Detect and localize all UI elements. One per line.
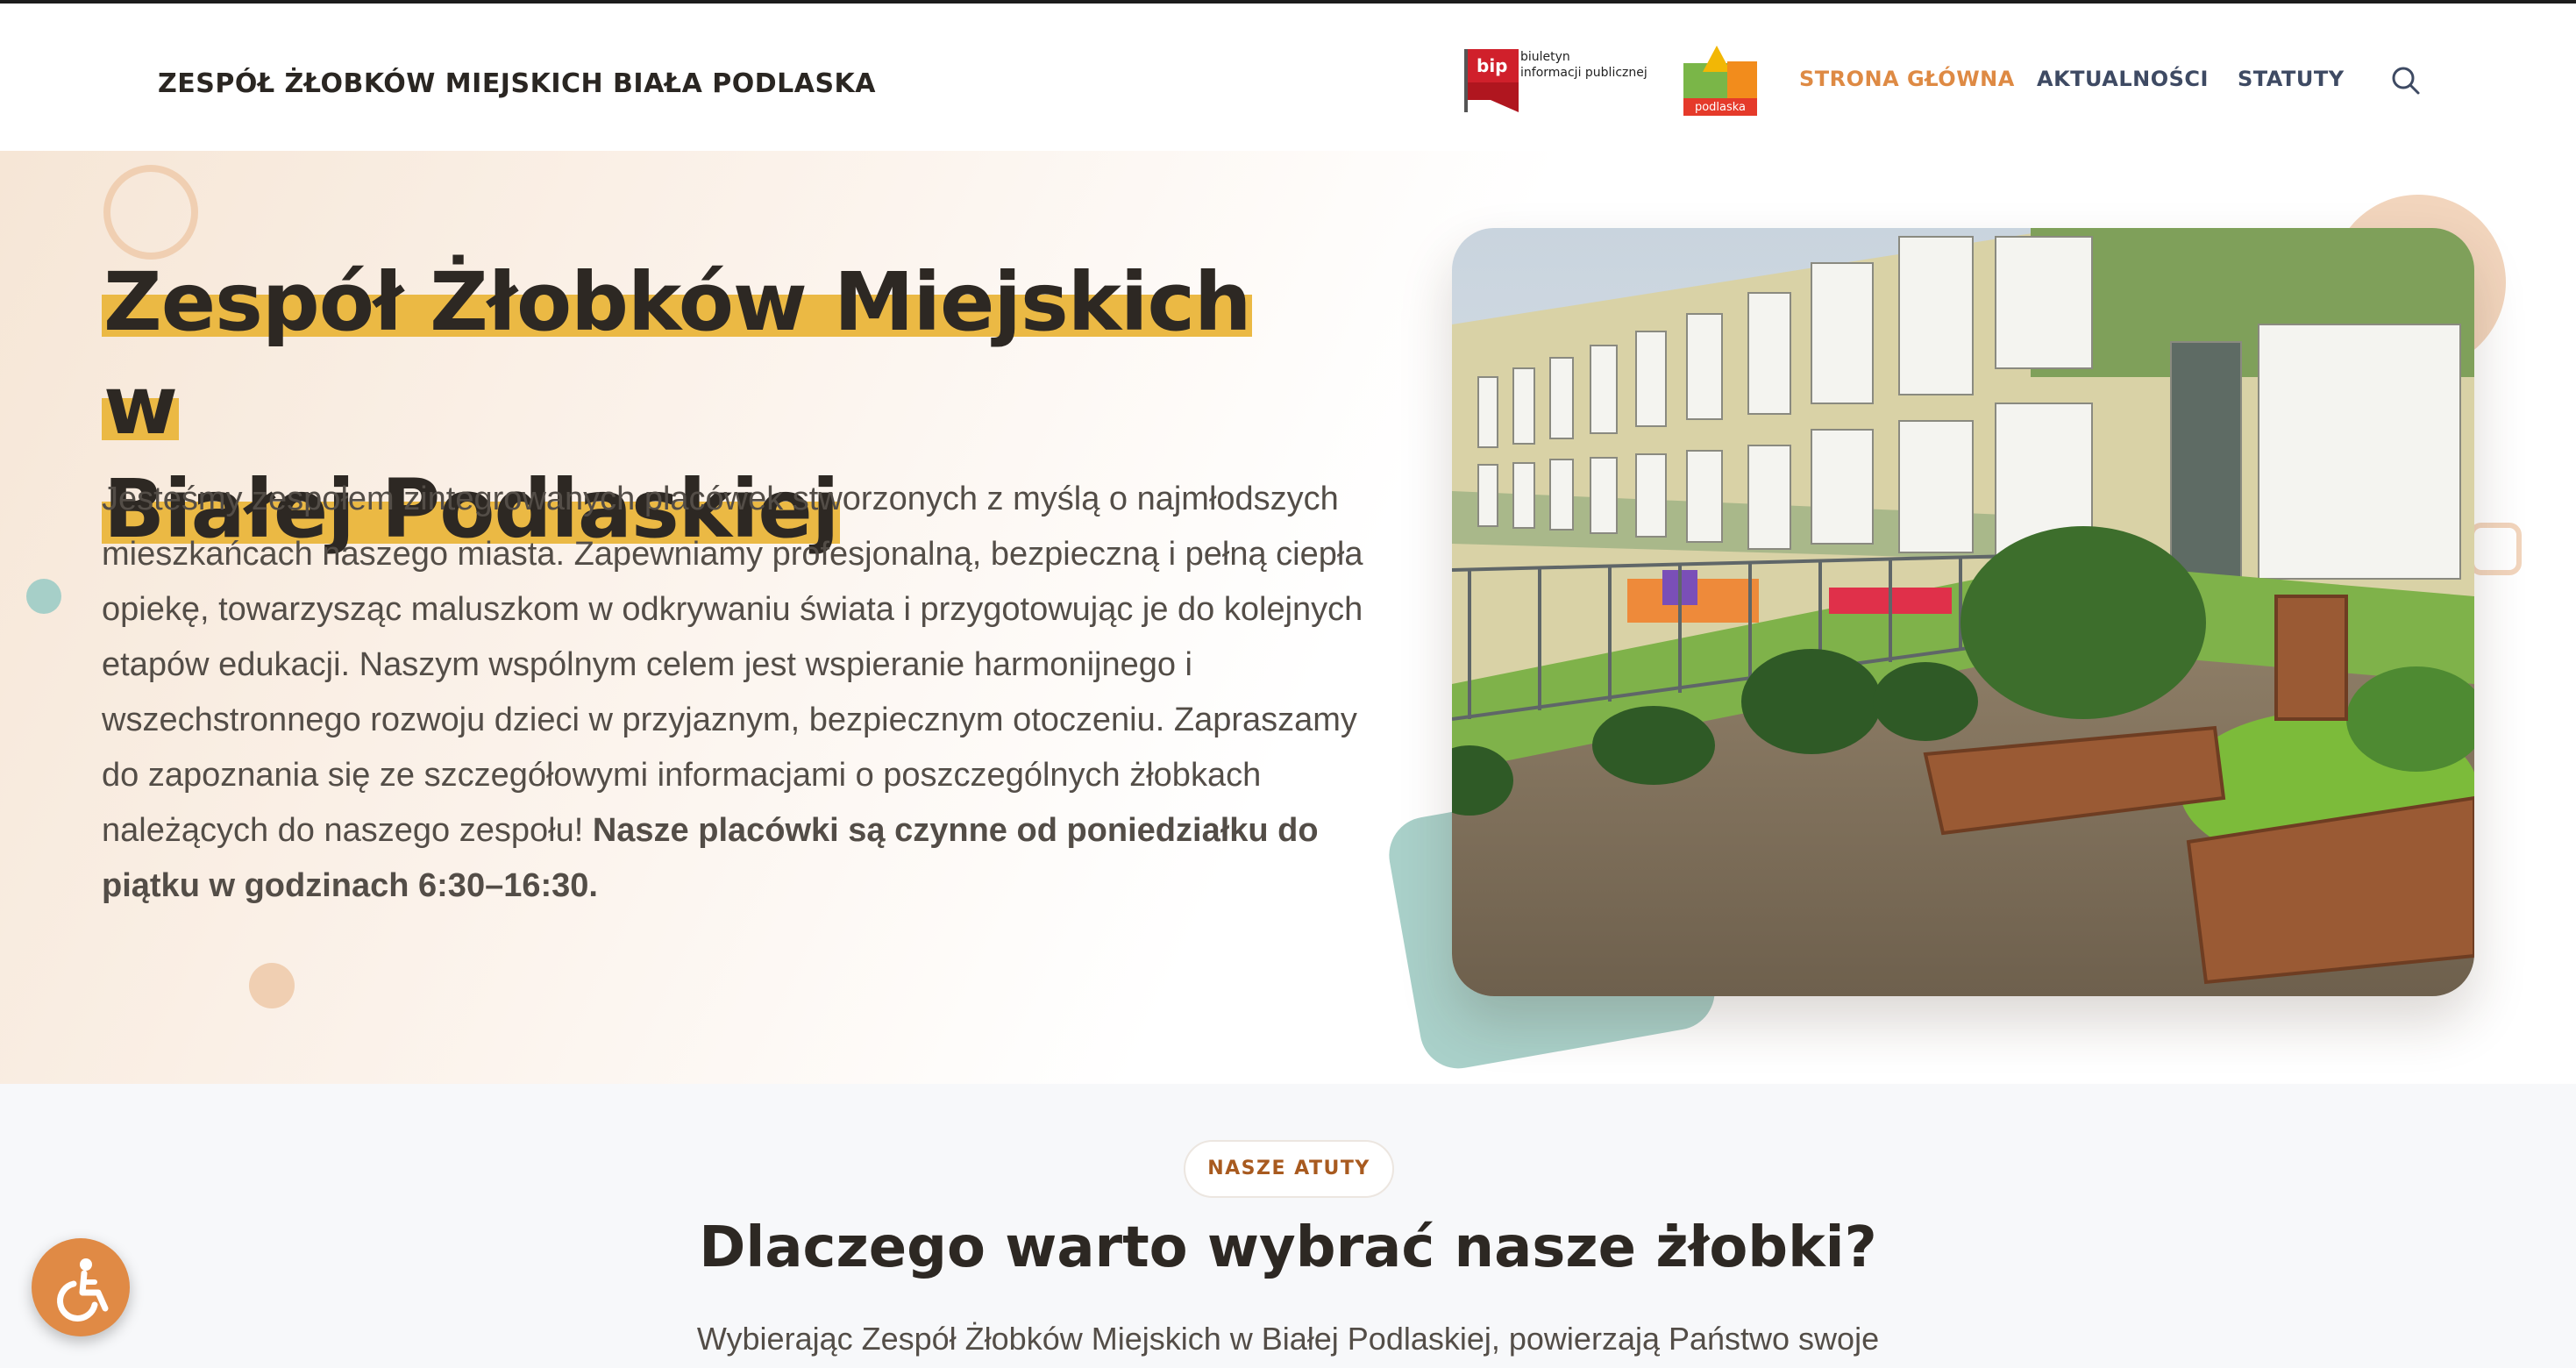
search-icon[interactable]: [2390, 65, 2422, 96]
city-logo[interactable]: podlaska: [1683, 46, 1757, 116]
bip-line2: informacji publicznej: [1520, 66, 1647, 80]
site-title[interactable]: ZESPÓŁ ŻŁOBKÓW MIEJSKICH BIAŁA PODLASKA: [158, 68, 876, 99]
features-title: Dlaczego warto wybrać nasze żłobki?: [699, 1215, 1877, 1280]
site-header: ZESPÓŁ ŻŁOBKÓW MIEJSKICH BIAŁA PODLASKA …: [0, 4, 2576, 151]
decor-square-outline: [2469, 523, 2522, 575]
bip-logo[interactable]: bip biuletyn informacji publicznej: [1464, 46, 1647, 114]
features-section: NASZE ATUTY Dlaczego warto wybrać nasze …: [0, 1084, 2576, 1368]
hero-photo-nursery-garden: [1452, 228, 2474, 996]
features-text: Wybierając Zespół Żłobków Miejskich w Bi…: [696, 1321, 1880, 1357]
decor-dot-teal: [26, 579, 61, 614]
nav-home[interactable]: STRONA GŁÓWNA: [1799, 67, 2015, 91]
accessibility-button[interactable]: [32, 1238, 130, 1336]
bip-mark: bip: [1477, 55, 1508, 76]
bip-line1: biuletyn: [1520, 50, 1570, 64]
features-badge: NASZE ATUTY: [1184, 1140, 1394, 1198]
hero-section: Zespół Żłobków Miejskich w Białej Podlas…: [0, 151, 2576, 1084]
hero-title-line1: Zespół Żłobków Miejskich w: [102, 255, 1253, 452]
nav-news[interactable]: AKTUALNOŚCI: [2037, 67, 2209, 91]
bip-text: biuletyn informacji publicznej: [1520, 49, 1647, 81]
decor-ring: [103, 165, 198, 260]
wheelchair-icon: [57, 1258, 109, 1322]
decor-dot-peach: [249, 963, 295, 1008]
hero-text: Jesteśmy zespołem zintegrowanych placówe…: [102, 481, 1363, 849]
nav-statutes[interactable]: STATUTY: [2238, 67, 2345, 91]
bip-flag-icon: bip: [1464, 49, 1519, 112]
city-logo-text: podlaska: [1695, 101, 1746, 114]
hero-description: Jesteśmy zespołem zintegrowanych placówe…: [102, 472, 1391, 914]
